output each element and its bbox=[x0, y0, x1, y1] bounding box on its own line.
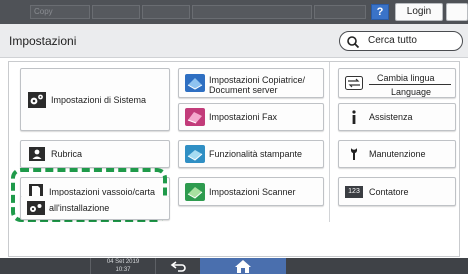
address-book-label: Rubrica bbox=[51, 149, 83, 159]
copy-indicator: Copy bbox=[30, 5, 90, 19]
time-text: 10:37 bbox=[115, 267, 131, 273]
back-icon[interactable] bbox=[170, 260, 188, 272]
fax-icon bbox=[185, 108, 205, 126]
change-language-tile[interactable]: Cambia lingua Language bbox=[338, 68, 456, 98]
moon-icon bbox=[454, 7, 459, 17]
gears-icon bbox=[27, 200, 45, 215]
date-text: 04 Set 2019 bbox=[106, 259, 140, 265]
installation-settings-label: all'installazione bbox=[49, 202, 110, 213]
address-book-icon bbox=[29, 147, 45, 161]
bottom-separator bbox=[90, 258, 91, 274]
language-switch-icon bbox=[345, 76, 363, 90]
maintenance-tile[interactable]: Manutenzione bbox=[338, 140, 456, 168]
info-icon bbox=[352, 110, 356, 124]
home-icon bbox=[235, 260, 251, 273]
energy-saver-button[interactable] bbox=[446, 3, 468, 21]
counter-icon: 123 bbox=[345, 185, 363, 198]
fax-settings-label: Impostazioni Fax bbox=[209, 112, 278, 122]
scanner-settings-tile[interactable]: Impostazioni Scanner bbox=[178, 177, 324, 206]
printer-features-tile[interactable]: Funzionalità stampante bbox=[178, 140, 324, 168]
bottom-separator bbox=[155, 258, 156, 274]
help-button[interactable]: ? bbox=[371, 4, 389, 20]
copier-settings-label-2: Document server bbox=[209, 85, 278, 95]
copier-icon bbox=[185, 74, 205, 92]
status-slot bbox=[142, 5, 190, 19]
search-label: Cerca tutto bbox=[368, 35, 417, 46]
date-time: 04 Set 2019 10:37 bbox=[100, 258, 146, 274]
search-icon bbox=[347, 36, 360, 49]
status-slot bbox=[314, 5, 366, 19]
wrench-icon bbox=[351, 148, 357, 160]
counter-tile[interactable]: 123 Contatore bbox=[338, 177, 456, 206]
assistance-label: Assistenza bbox=[369, 112, 413, 122]
search-all-button[interactable]: Cerca tutto bbox=[339, 31, 463, 51]
login-button[interactable]: Login bbox=[395, 3, 443, 21]
scanner-icon bbox=[185, 182, 205, 201]
language-label: Language bbox=[391, 87, 432, 97]
counter-label: Contatore bbox=[369, 186, 409, 197]
scanner-settings-label: Impostazioni Scanner bbox=[209, 186, 296, 197]
printer-features-label: Funzionalità stampante bbox=[209, 149, 303, 159]
assistance-tile[interactable]: Assistenza bbox=[338, 103, 456, 131]
system-settings-label: Impostazioni di Sistema bbox=[51, 94, 147, 105]
fax-settings-tile[interactable]: Impostazioni Fax bbox=[178, 103, 324, 131]
column-divider bbox=[329, 62, 330, 222]
printer-icon bbox=[185, 145, 205, 163]
maintenance-label: Manutenzione bbox=[369, 149, 426, 159]
page-title: Impostazioni bbox=[9, 34, 77, 48]
status-slot bbox=[192, 5, 312, 19]
installation-settings-tile[interactable]: all'installazione bbox=[20, 196, 170, 220]
system-settings-tile[interactable]: Impostazioni di Sistema bbox=[20, 68, 170, 131]
home-button[interactable] bbox=[200, 258, 286, 274]
language-divider bbox=[369, 84, 451, 85]
address-book-tile[interactable]: Rubrica bbox=[20, 140, 170, 168]
gears-icon bbox=[28, 91, 46, 108]
status-slot bbox=[92, 5, 140, 19]
copier-settings-label-1: Impostazioni Copiatrice/ bbox=[209, 75, 306, 85]
copier-settings-tile[interactable]: Impostazioni Copiatrice/ Document server bbox=[178, 68, 324, 98]
change-language-label: Cambia lingua bbox=[377, 73, 435, 83]
